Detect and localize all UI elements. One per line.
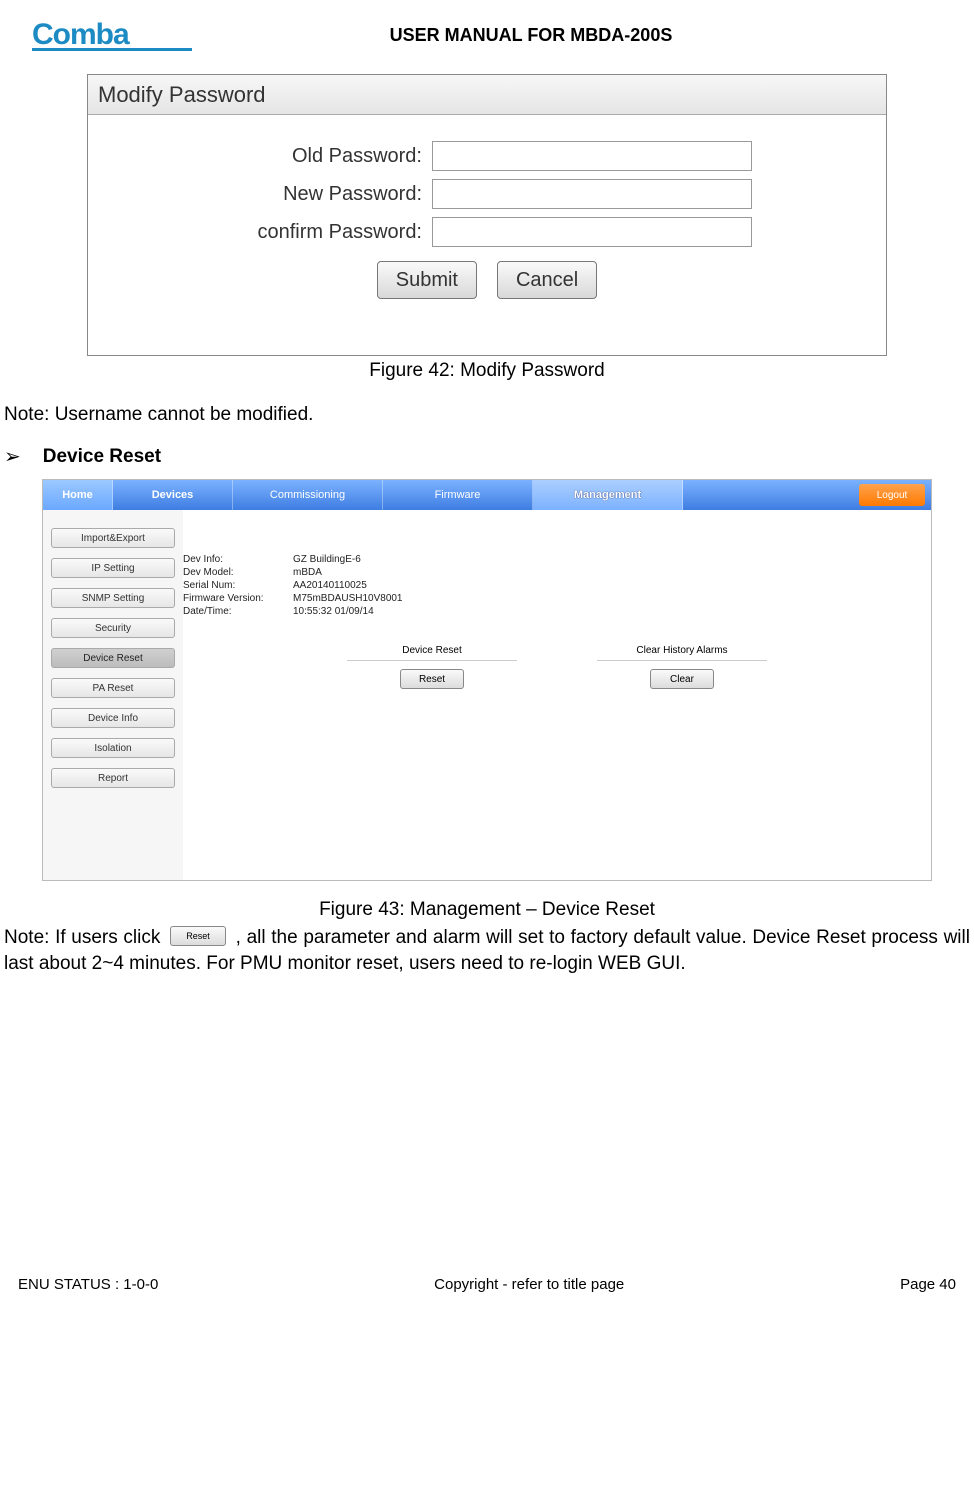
confirm-password-input[interactable] — [432, 217, 752, 247]
cancel-button[interactable]: Cancel — [497, 261, 597, 299]
confirm-password-label: confirm Password: — [222, 221, 422, 244]
sidebar: Import&Export IP Setting SNMP Setting Se… — [43, 510, 183, 880]
footer-center: Copyright - refer to title page — [434, 1276, 624, 1293]
page-footer: ENU STATUS : 1-0-0 Copyright - refer to … — [0, 1276, 974, 1293]
clear-alarms-head: Clear History Alarms — [597, 645, 767, 661]
info-val: 10:55:32 01/09/14 — [293, 606, 453, 617]
info-val: mBDA — [293, 567, 453, 578]
reset-button[interactable]: Reset — [400, 669, 464, 689]
nav-commissioning[interactable]: Commissioning — [233, 480, 383, 510]
inline-reset-button-icon: Reset — [170, 926, 226, 946]
sidebar-item-security[interactable]: Security — [51, 618, 175, 638]
sidebar-item-isolation[interactable]: Isolation — [51, 738, 175, 758]
new-password-label: New Password: — [222, 183, 422, 206]
nav-firmware[interactable]: Firmware — [383, 480, 533, 510]
clear-button[interactable]: Clear — [650, 669, 714, 689]
logout-button[interactable]: Logout — [859, 484, 925, 506]
old-password-label: Old Password: — [222, 145, 422, 168]
info-key: Date/Time: — [183, 606, 293, 617]
new-password-input[interactable] — [432, 179, 752, 209]
management-screenshot: Home Devices Commissioning Firmware Mana… — [42, 479, 932, 881]
figure-43-caption: Figure 43: Management – Device Reset — [0, 899, 974, 921]
footer-right: Page 40 — [900, 1276, 956, 1293]
bullet-text: Device Reset — [43, 446, 161, 468]
note-reset: Note: If users click Reset , all the par… — [4, 925, 970, 976]
bullet-icon: ➢ — [4, 444, 21, 469]
info-key: Serial Num: — [183, 580, 293, 591]
footer-left: ENU STATUS : 1-0-0 — [18, 1276, 158, 1293]
page-header: Comba USER MANUAL FOR MBDA-200S — [0, 18, 974, 58]
device-reset-heading: ➢ Device Reset — [4, 444, 974, 469]
info-key: Dev Info: — [183, 554, 293, 565]
main-panel: Dev Info:GZ BuildingE-6 Dev Model:mBDA S… — [183, 510, 931, 880]
nav-management[interactable]: Management — [533, 480, 683, 510]
sidebar-item-pa-reset[interactable]: PA Reset — [51, 678, 175, 698]
device-reset-column: Device Reset Reset — [347, 645, 517, 689]
note2-post1: , all the parameter and alarm will set t… — [236, 927, 872, 948]
top-nav: Home Devices Commissioning Firmware Mana… — [43, 480, 931, 510]
device-info-table: Dev Info:GZ BuildingE-6 Dev Model:mBDA S… — [183, 554, 931, 617]
info-key: Dev Model: — [183, 567, 293, 578]
sidebar-item-device-info[interactable]: Device Info — [51, 708, 175, 728]
doc-title: USER MANUAL FOR MBDA-200S — [96, 25, 966, 46]
sidebar-item-device-reset[interactable]: Device Reset — [51, 648, 175, 668]
submit-button[interactable]: Submit — [377, 261, 477, 299]
clear-alarms-column: Clear History Alarms Clear — [597, 645, 767, 689]
figure-42-caption: Figure 42: Modify Password — [0, 360, 974, 382]
modify-password-dialog: Modify Password Old Password: New Passwo… — [87, 74, 887, 356]
info-val: M75mBDAUSH10V8001 — [293, 593, 453, 604]
device-reset-head: Device Reset — [347, 645, 517, 661]
nav-home[interactable]: Home — [43, 480, 113, 510]
note2-pre: Note: If users click — [4, 927, 166, 948]
nav-spacer — [683, 480, 853, 510]
sidebar-item-snmp-setting[interactable]: SNMP Setting — [51, 588, 175, 608]
old-password-input[interactable] — [432, 141, 752, 171]
sidebar-item-import-export[interactable]: Import&Export — [51, 528, 175, 548]
sidebar-item-report[interactable]: Report — [51, 768, 175, 788]
info-val: AA20140110025 — [293, 580, 453, 591]
note-username: Note: Username cannot be modified. — [4, 404, 974, 426]
sidebar-item-ip-setting[interactable]: IP Setting — [51, 558, 175, 578]
nav-devices[interactable]: Devices — [113, 480, 233, 510]
info-key: Firmware Version: — [183, 593, 293, 604]
dialog-title: Modify Password — [88, 75, 886, 115]
info-val: GZ BuildingE-6 — [293, 554, 453, 565]
